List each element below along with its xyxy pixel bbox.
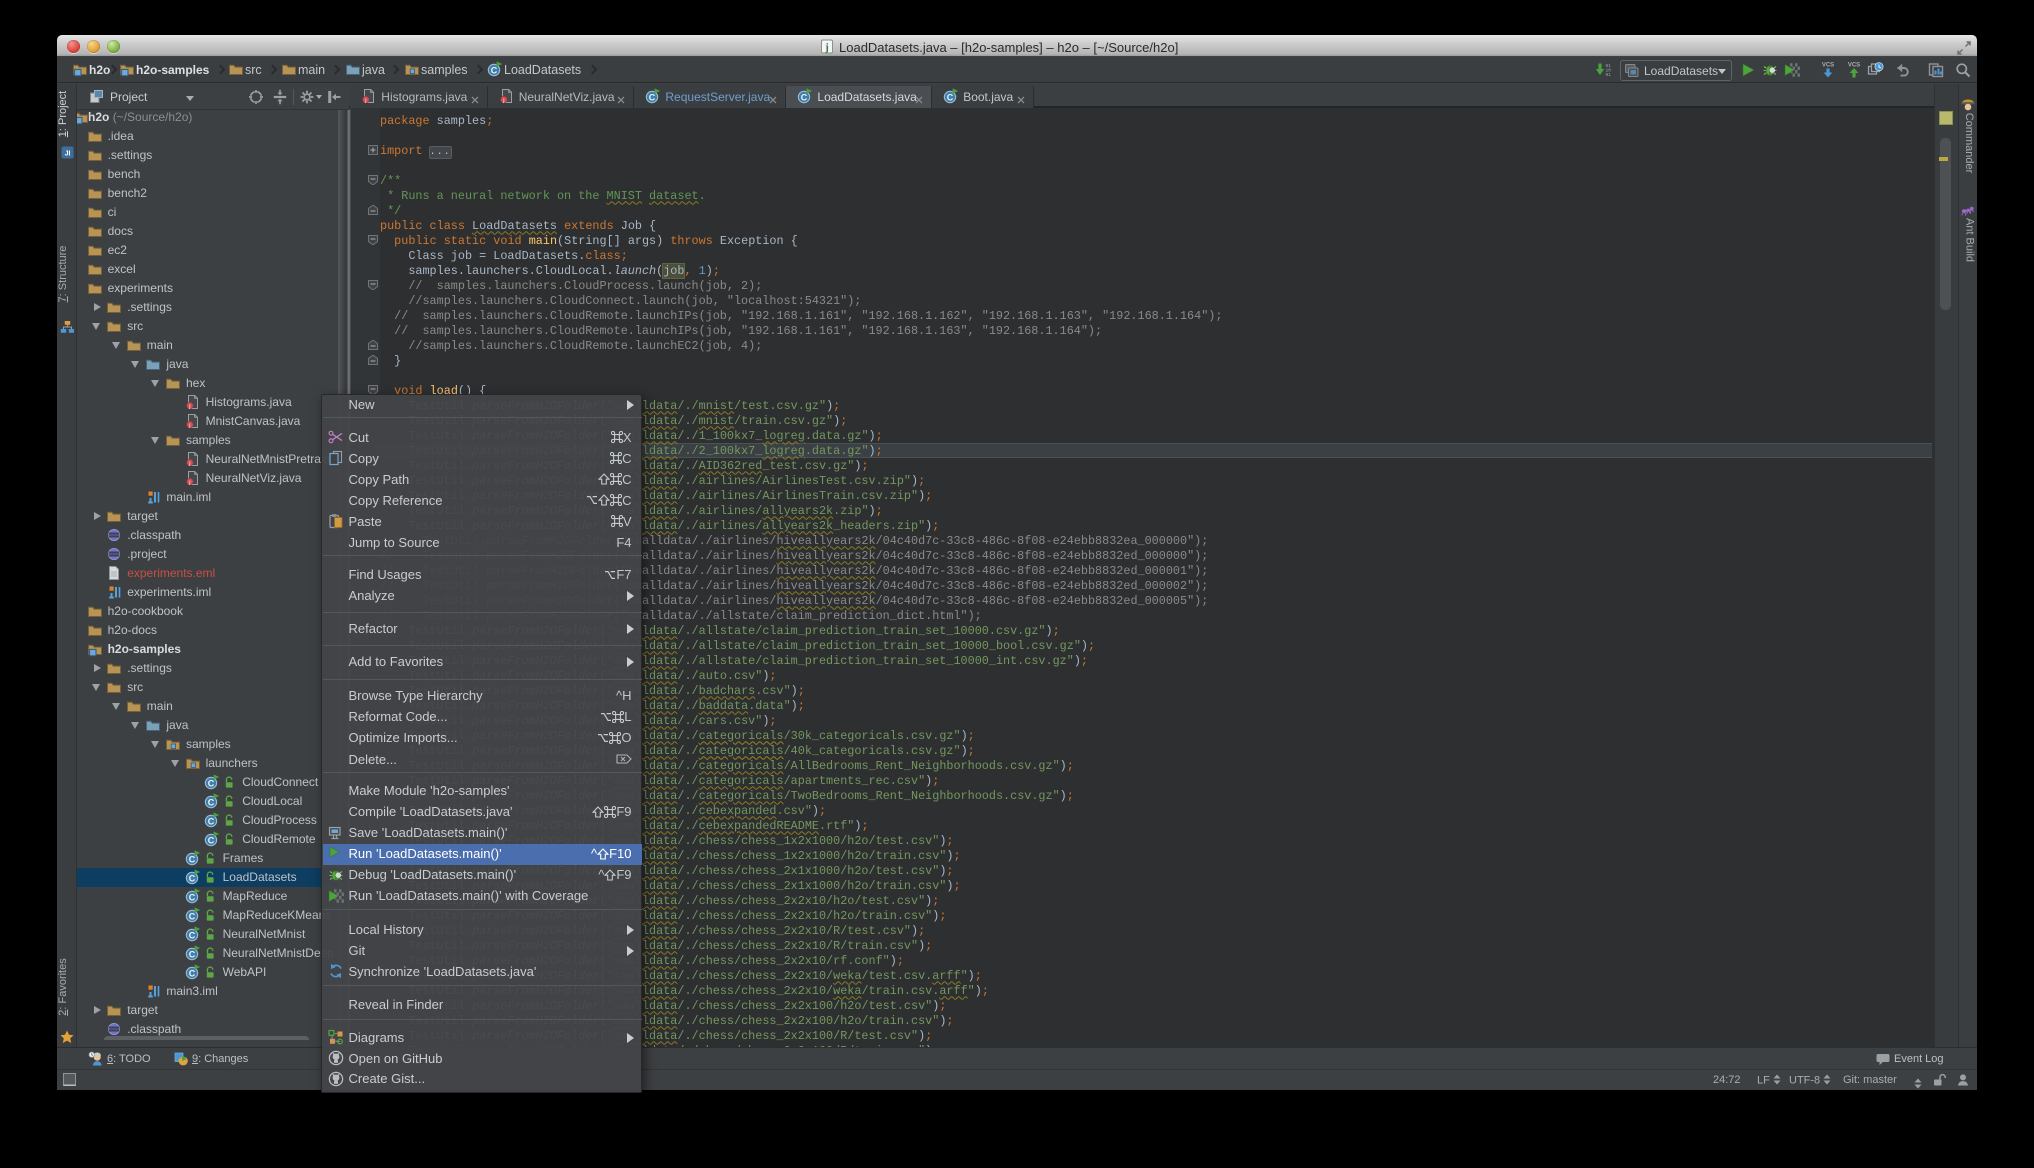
svg-text:j: j xyxy=(365,98,367,104)
svg-text:VCS: VCS xyxy=(1822,63,1834,69)
svg-text:j: j xyxy=(188,404,190,410)
svg-text:C: C xyxy=(947,92,954,102)
svg-text:C: C xyxy=(208,797,215,807)
svg-text:j: j xyxy=(188,480,190,486)
svg-text:j: j xyxy=(188,461,190,467)
svg-text:j: j xyxy=(502,98,504,104)
svg-text:C: C xyxy=(188,930,195,940)
svg-text:C: C xyxy=(208,816,215,826)
svg-text:C: C xyxy=(208,778,215,788)
svg-text:C: C xyxy=(188,854,195,864)
svg-text:C: C xyxy=(188,968,195,978)
svg-text:C: C xyxy=(649,92,656,102)
svg-text:C: C xyxy=(208,835,215,845)
svg-text:01: 01 xyxy=(1606,72,1612,78)
svg-text:C: C xyxy=(188,911,195,921)
svg-text:j: j xyxy=(824,42,829,54)
svg-text:C: C xyxy=(188,892,195,902)
svg-text:j: j xyxy=(188,423,190,429)
svg-text:C: C xyxy=(188,949,195,959)
svg-text:C: C xyxy=(801,92,808,102)
svg-text:VCS: VCS xyxy=(1848,63,1860,69)
svg-text:C: C xyxy=(491,65,498,75)
svg-text:JI: JI xyxy=(65,151,71,158)
svg-text:C: C xyxy=(188,873,195,883)
